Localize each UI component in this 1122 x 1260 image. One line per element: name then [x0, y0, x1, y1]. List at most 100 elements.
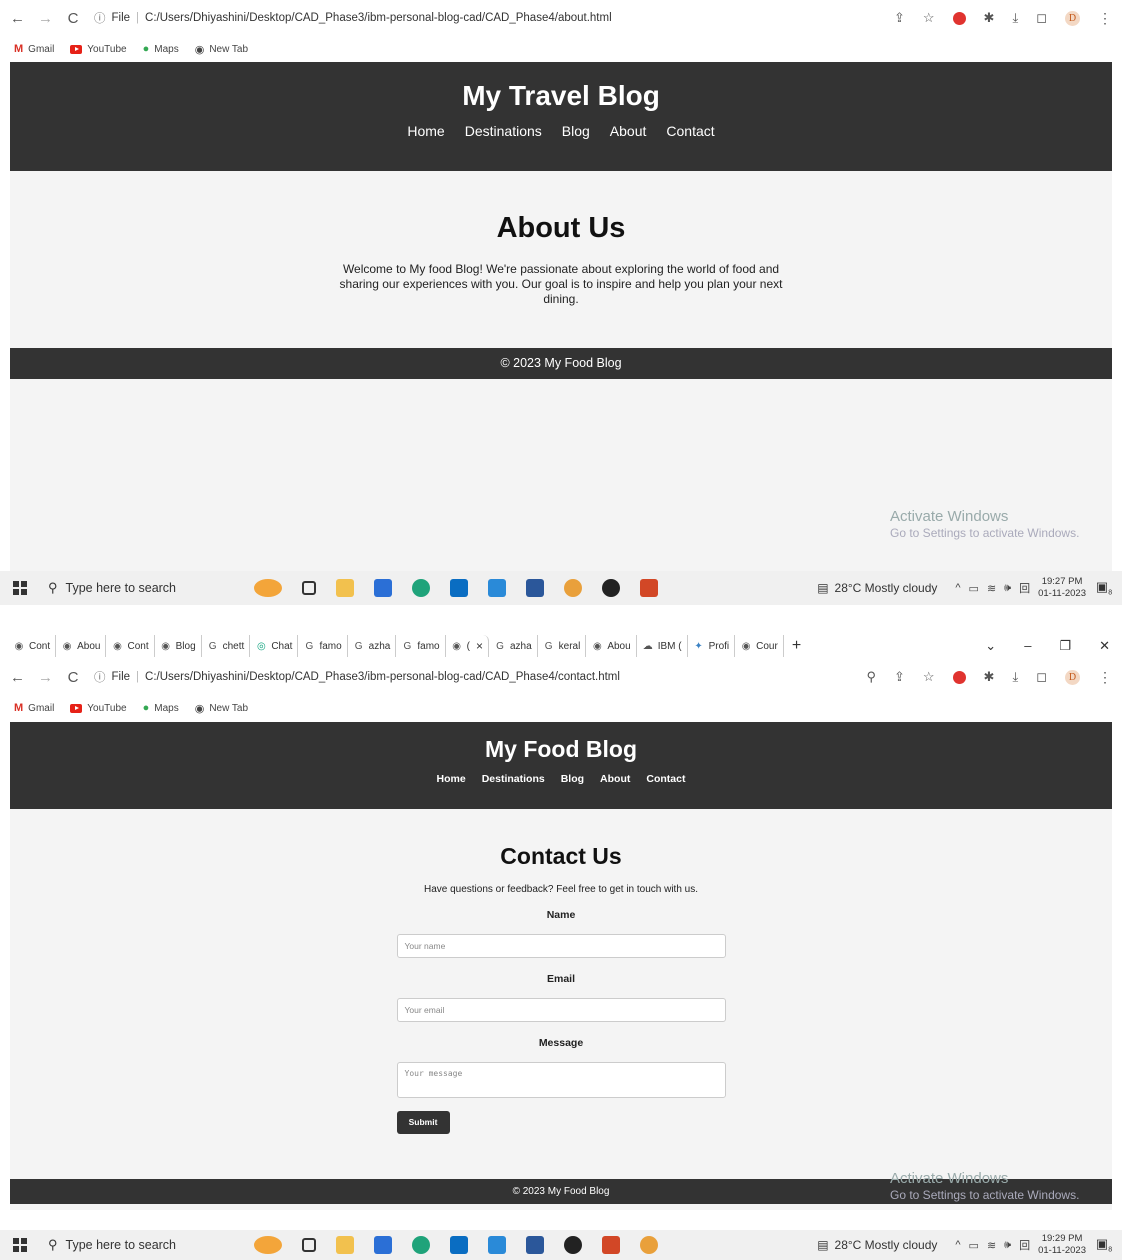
- nav-about[interactable]: About: [610, 123, 647, 139]
- submit-button[interactable]: Submit: [396, 1111, 450, 1134]
- nav-destinations[interactable]: Destinations: [465, 123, 542, 139]
- zoom-icon[interactable]: ⚲: [866, 669, 876, 685]
- back-icon[interactable]: ←: [10, 10, 25, 27]
- file-explorer-icon[interactable]: [336, 579, 354, 597]
- tab[interactable]: ◎ Chat: [250, 635, 299, 657]
- powerpoint-icon[interactable]: [602, 1236, 620, 1254]
- ime-icon[interactable]: 回: [1019, 1237, 1030, 1253]
- tab[interactable]: ☁ IBM (: [637, 635, 688, 657]
- tab[interactable]: ✦ Profi: [688, 635, 736, 657]
- vscode-icon[interactable]: [488, 579, 506, 597]
- taskbar-search[interactable]: ⚲ Type here to search: [40, 571, 224, 605]
- taskbar-search[interactable]: ⚲ Type here to search: [40, 1230, 224, 1260]
- chrome-icon[interactable]: [640, 1236, 658, 1254]
- store-icon[interactable]: [374, 579, 392, 597]
- tab[interactable]: Gazha: [489, 635, 538, 657]
- word-icon[interactable]: [526, 579, 544, 597]
- wifi-icon[interactable]: ≋: [987, 1239, 996, 1252]
- reload-icon[interactable]: C: [66, 10, 80, 27]
- message-textarea[interactable]: Your message: [396, 1062, 726, 1098]
- menu-icon[interactable]: ⋮: [1098, 10, 1112, 27]
- bookmark-maps[interactable]: ● Maps: [143, 702, 179, 714]
- chevron-up-icon[interactable]: ^: [955, 582, 960, 594]
- powerpoint-icon[interactable]: [640, 579, 658, 597]
- notification-icon[interactable]: ▣8: [1086, 1236, 1122, 1254]
- bookmark-maps[interactable]: ● Maps: [143, 43, 179, 55]
- download-icon[interactable]: ⤓: [1012, 669, 1018, 685]
- diwali-widget-icon[interactable]: [254, 579, 282, 597]
- store-icon[interactable]: [374, 1236, 392, 1254]
- nav-contact[interactable]: Contact: [646, 773, 685, 785]
- restore-icon[interactable]: ❐: [1059, 638, 1071, 654]
- bookmark-youtube[interactable]: YouTube: [70, 44, 127, 55]
- taskbar-weather[interactable]: ▤ 28°C Mostly cloudy: [817, 1238, 937, 1252]
- email-input[interactable]: Your email: [396, 998, 726, 1022]
- bookmark-newtab[interactable]: ◉ New Tab: [195, 43, 248, 56]
- new-tab-icon[interactable]: +: [792, 637, 801, 655]
- tab[interactable]: ◉ Cont: [8, 635, 57, 657]
- task-view-icon[interactable]: [302, 581, 316, 595]
- bookmark-newtab[interactable]: ◉ New Tab: [195, 702, 248, 715]
- notification-icon[interactable]: ▣8: [1086, 579, 1122, 597]
- extensions-icon[interactable]: ✱: [984, 10, 995, 26]
- tab[interactable]: Gfamo: [298, 635, 348, 657]
- battery-icon[interactable]: ▭: [969, 582, 979, 595]
- nav-contact[interactable]: Contact: [666, 123, 714, 139]
- adblock-icon[interactable]: [952, 11, 966, 25]
- start-button[interactable]: [0, 581, 40, 595]
- nav-blog[interactable]: Blog: [561, 773, 584, 785]
- omnibox[interactable]: ⓘ File | C:/Users/Dhiyashini/Desktop/CAD…: [94, 6, 612, 30]
- info-icon[interactable]: ⓘ: [94, 669, 106, 685]
- name-input[interactable]: Your name: [396, 934, 726, 958]
- taskbar-clock[interactable]: 19:27 PM 01-11-2023: [1038, 576, 1086, 600]
- wifi-icon[interactable]: ≋: [987, 582, 996, 595]
- profile-avatar[interactable]: D: [1065, 10, 1080, 26]
- profile-avatar[interactable]: D: [1065, 669, 1080, 685]
- task-view-icon[interactable]: [302, 1238, 316, 1252]
- bookmark-star-icon[interactable]: ☆: [923, 669, 935, 685]
- file-explorer-icon[interactable]: [336, 1236, 354, 1254]
- adblock-icon[interactable]: [952, 670, 966, 684]
- tab[interactable]: ◉ Blog: [155, 635, 202, 657]
- share-icon[interactable]: ⇪: [894, 10, 905, 26]
- volume-icon[interactable]: 🕪: [1004, 582, 1011, 595]
- tab-search-icon[interactable]: ⌄: [985, 638, 996, 654]
- forward-icon[interactable]: →: [38, 669, 53, 686]
- nav-about[interactable]: About: [600, 773, 630, 785]
- nav-blog[interactable]: Blog: [562, 123, 590, 139]
- vscode-icon[interactable]: [488, 1236, 506, 1254]
- tab[interactable]: Gchett: [202, 635, 251, 657]
- start-button[interactable]: [0, 1238, 40, 1252]
- tab[interactable]: Gkeral: [538, 635, 587, 657]
- nav-home[interactable]: Home: [437, 773, 466, 785]
- forward-icon[interactable]: →: [38, 10, 53, 27]
- diwali-widget-icon[interactable]: [254, 1236, 282, 1254]
- taskbar-weather[interactable]: ▤ 28°C Mostly cloudy: [817, 581, 937, 595]
- nav-destinations[interactable]: Destinations: [482, 773, 545, 785]
- bookmark-star-icon[interactable]: ☆: [923, 10, 935, 26]
- reload-icon[interactable]: C: [66, 669, 80, 686]
- extensions-icon[interactable]: ✱: [984, 669, 995, 685]
- taskbar-clock[interactable]: 19:29 PM 01-11-2023: [1038, 1233, 1086, 1257]
- volume-icon[interactable]: 🕪: [1004, 1239, 1011, 1252]
- download-icon[interactable]: ⤓: [1012, 10, 1018, 26]
- chrome-icon[interactable]: [564, 579, 582, 597]
- github-icon[interactable]: [564, 1236, 582, 1254]
- chevron-up-icon[interactable]: ^: [955, 1239, 960, 1251]
- tab[interactable]: ◉ Abou: [56, 635, 107, 657]
- bookmark-youtube[interactable]: YouTube: [70, 703, 127, 714]
- tab[interactable]: ◉ Abou: [586, 635, 637, 657]
- mail-icon[interactable]: [450, 579, 468, 597]
- edge-icon[interactable]: [412, 1236, 430, 1254]
- menu-icon[interactable]: ⋮: [1098, 669, 1112, 686]
- tab-active[interactable]: ◉(×: [445, 635, 489, 657]
- info-icon[interactable]: ⓘ: [94, 10, 106, 26]
- back-icon[interactable]: ←: [10, 669, 25, 686]
- tab[interactable]: Gfamo: [396, 635, 446, 657]
- share-icon[interactable]: ⇪: [894, 669, 905, 685]
- mail-icon[interactable]: [450, 1236, 468, 1254]
- sidepanel-icon[interactable]: ◻: [1036, 10, 1047, 26]
- tab[interactable]: ◉ Cont: [106, 635, 155, 657]
- word-icon[interactable]: [526, 1236, 544, 1254]
- edge-icon[interactable]: [412, 579, 430, 597]
